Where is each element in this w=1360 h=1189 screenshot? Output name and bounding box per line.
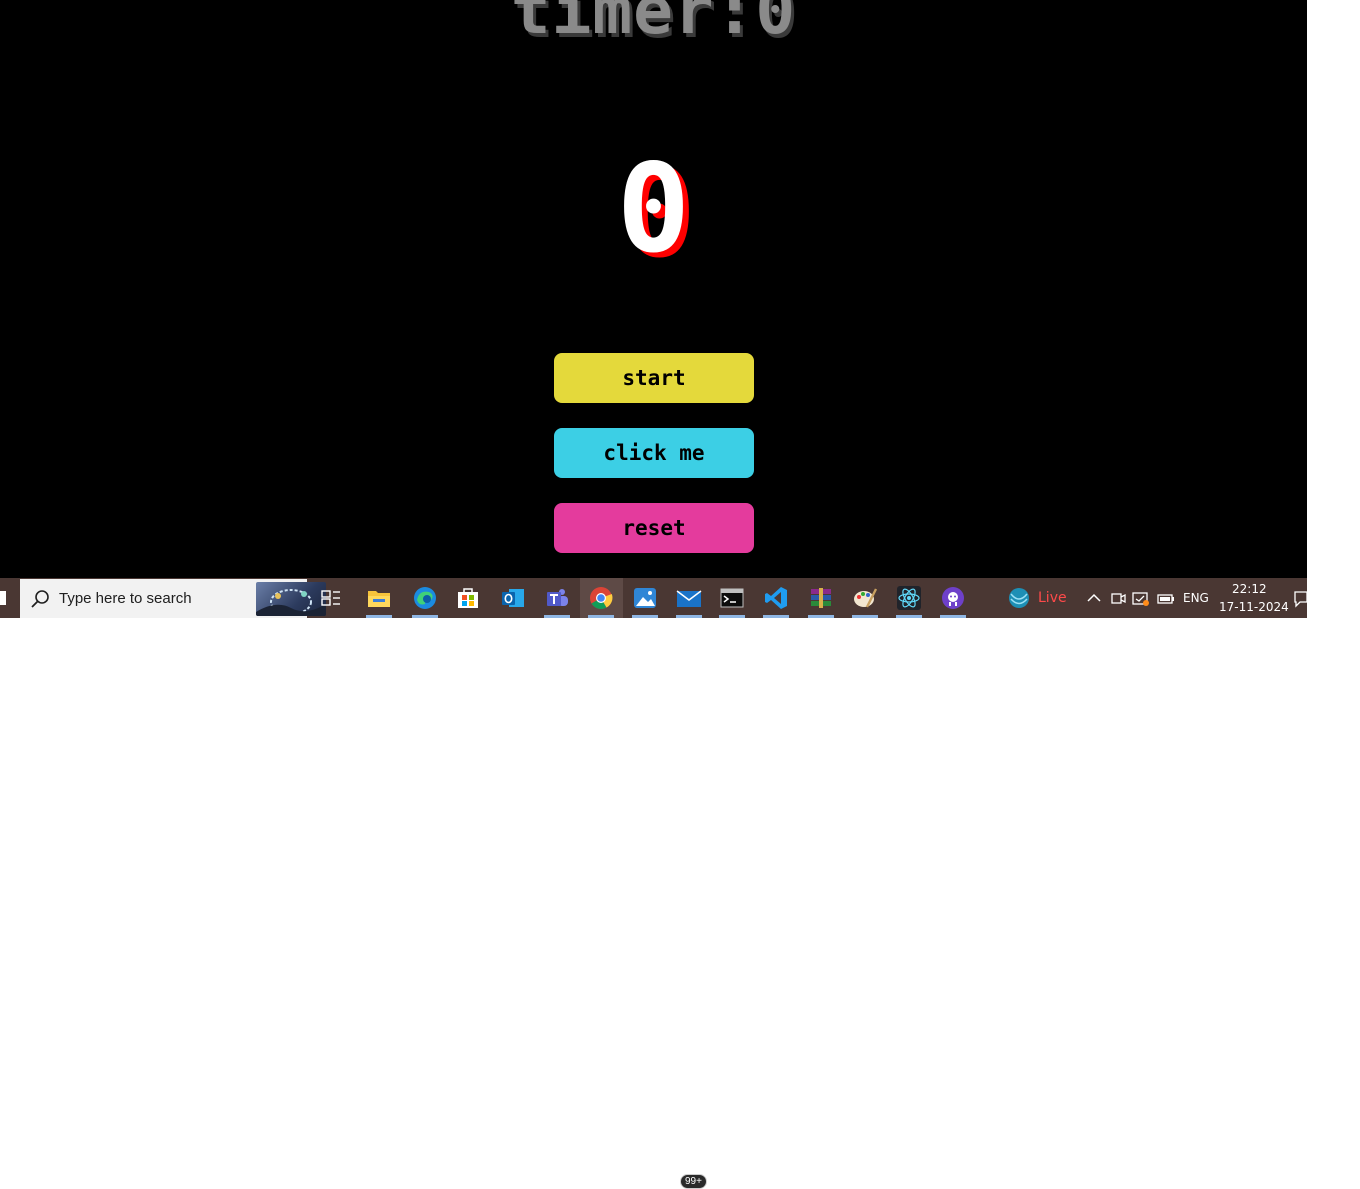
terminal-icon[interactable]	[719, 585, 745, 611]
task-view-icon[interactable]	[318, 585, 344, 611]
news-widget-icon[interactable]	[1006, 585, 1032, 611]
clock-date[interactable]: 17-11-2024	[1219, 600, 1289, 614]
news-widget-live-label[interactable]: Live	[1038, 590, 1067, 606]
chevron-up-icon[interactable]	[1086, 588, 1102, 608]
react-devtools-icon[interactable]	[896, 585, 922, 611]
app-window: timer:0 0 start click me reset	[0, 0, 1307, 578]
search-box[interactable]: Type here to search	[20, 579, 326, 618]
meet-now-icon[interactable]	[1110, 588, 1126, 608]
notification-icon[interactable]	[1294, 589, 1308, 609]
click-me-button[interactable]: click me	[554, 428, 754, 478]
file-explorer-icon[interactable]	[366, 585, 392, 611]
search-placeholder: Type here to search	[59, 590, 192, 607]
search-highlight-image	[256, 582, 326, 616]
edge-icon[interactable]	[412, 585, 438, 611]
vscode-icon[interactable]	[763, 585, 789, 611]
language-indicator[interactable]: ENG	[1183, 591, 1209, 605]
chrome-icon[interactable]	[588, 585, 614, 611]
outlook-icon[interactable]	[500, 585, 526, 611]
photos-icon[interactable]	[632, 585, 658, 611]
mail-icon[interactable]	[676, 585, 702, 611]
mail-unread-badge: 99+	[680, 1174, 707, 1189]
clock-time[interactable]: 22:12	[1232, 582, 1267, 596]
reset-button[interactable]: reset	[554, 503, 754, 553]
start-button[interactable]: start	[554, 353, 754, 403]
paint-icon[interactable]	[852, 585, 878, 611]
microsoft-store-icon[interactable]	[455, 585, 481, 611]
winrar-icon[interactable]	[808, 585, 834, 611]
github-desktop-icon[interactable]	[940, 585, 966, 611]
teams-icon[interactable]	[544, 585, 570, 611]
search-icon	[31, 590, 49, 608]
battery-icon[interactable]	[1157, 588, 1175, 608]
counter-display: 0	[616, 138, 691, 280]
security-icon[interactable]	[1132, 588, 1150, 608]
timer-title: timer:0	[510, 0, 797, 49]
start-button-edge[interactable]	[0, 591, 6, 605]
